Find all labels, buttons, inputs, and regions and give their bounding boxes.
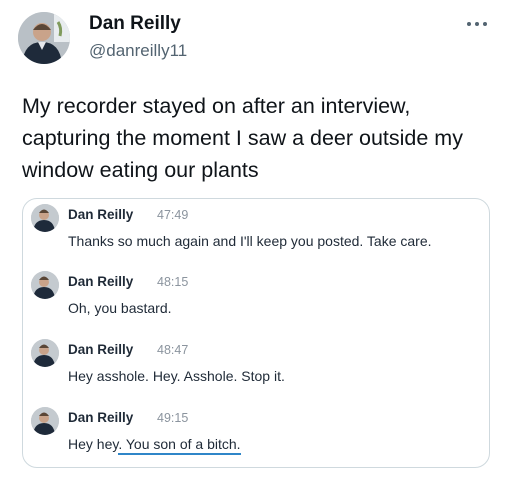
- transcript-image[interactable]: Dan Reilly 47:49 Thanks so much again an…: [22, 198, 490, 468]
- speaker-name: Dan Reilly: [68, 410, 134, 425]
- highlighted-text: . You son of a bitch.: [118, 436, 241, 455]
- dot: [483, 22, 487, 26]
- author-avatar[interactable]: [18, 12, 70, 64]
- timestamp: 47:49: [157, 208, 189, 222]
- speaker-avatar: [31, 407, 59, 435]
- dot: [467, 22, 471, 26]
- message-text: Hey asshole. Hey. Asshole. Stop it.: [68, 368, 285, 384]
- timestamp: 49:15: [157, 411, 189, 425]
- tweet-card: Dan Reilly @danreilly11 My recorder stay…: [0, 0, 512, 479]
- message-text-plain: Hey hey: [68, 436, 119, 452]
- speaker-name: Dan Reilly: [68, 342, 134, 357]
- speaker-name: Dan Reilly: [68, 207, 134, 222]
- speaker-avatar: [31, 204, 59, 232]
- timestamp: 48:15: [157, 275, 189, 289]
- more-options-icon[interactable]: [462, 14, 492, 34]
- speaker-avatar: [31, 271, 59, 299]
- speaker-avatar: [31, 339, 59, 367]
- message-text: Oh, you bastard.: [68, 300, 172, 316]
- transcript-message: Dan Reilly 48:15 Oh, you bastard.: [23, 269, 489, 325]
- transcript-message: Dan Reilly 48:47 Hey asshole. Hey. Assho…: [23, 337, 489, 393]
- tweet-text: My recorder stayed on after an interview…: [22, 94, 463, 182]
- message-text: Hey hey. You son of a bitch.: [68, 436, 241, 455]
- transcript-message: Dan Reilly 47:49 Thanks so much again an…: [23, 202, 489, 258]
- dot: [475, 22, 479, 26]
- timestamp: 48:47: [157, 343, 189, 357]
- message-text: Thanks so much again and I'll keep you p…: [68, 233, 432, 249]
- transcript-message: Dan Reilly 49:15 Hey hey. You son of a b…: [23, 405, 489, 461]
- author-handle[interactable]: @danreilly11: [89, 41, 187, 61]
- author-photo: [18, 12, 70, 64]
- speaker-name: Dan Reilly: [68, 274, 134, 289]
- author-name[interactable]: Dan Reilly: [89, 13, 181, 35]
